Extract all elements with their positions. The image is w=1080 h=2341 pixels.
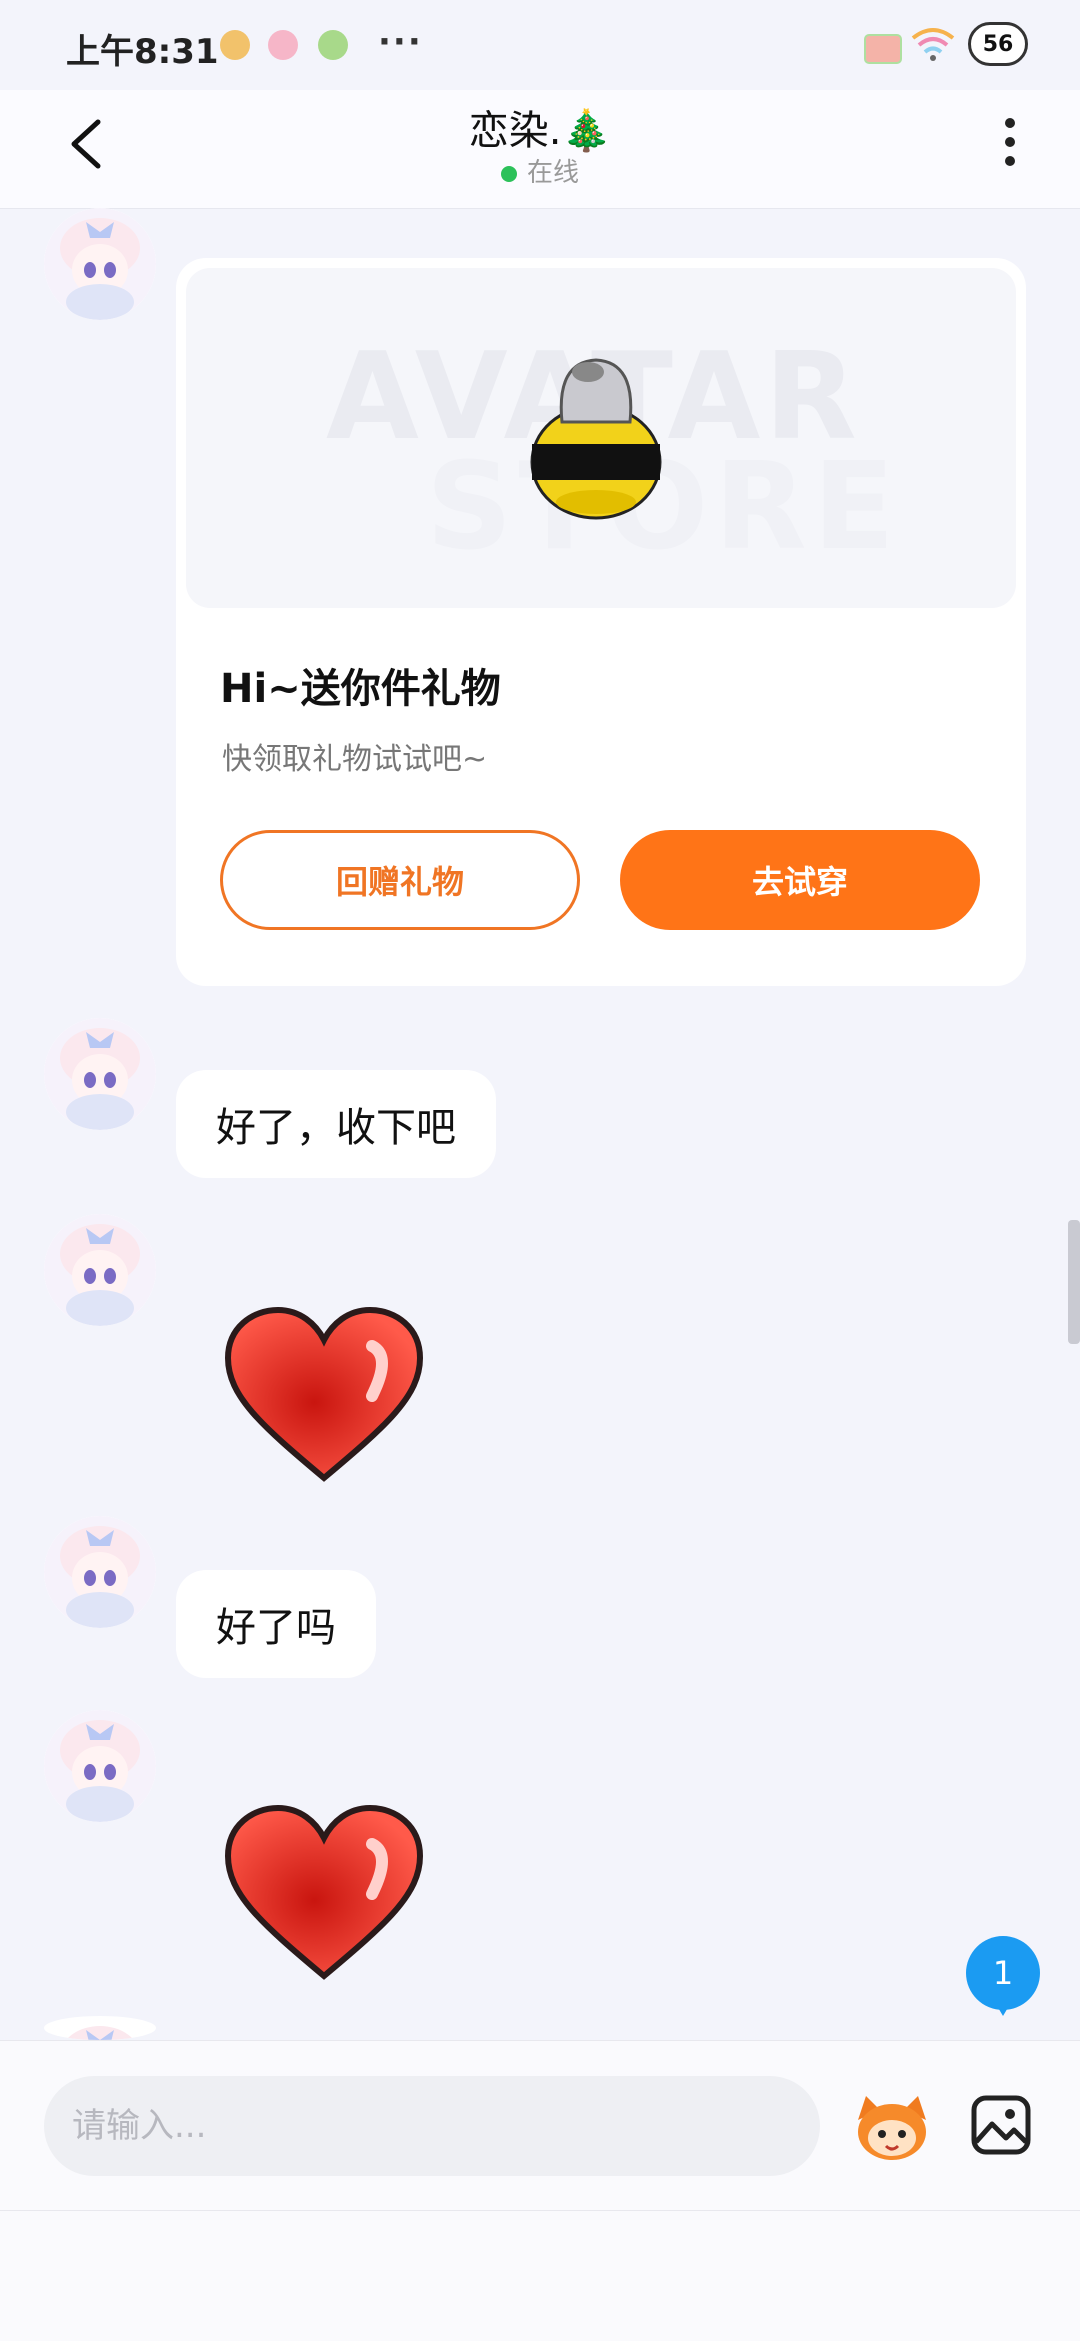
contact-avatar[interactable] <box>44 2016 156 2040</box>
gift-subtitle: 快领取礼物试试吧~ <box>222 742 488 777</box>
notification-app-icon <box>220 30 250 60</box>
online-dot-icon <box>500 165 517 182</box>
chat-title: 恋染.🎄 <box>468 108 612 154</box>
image-gallery-icon[interactable] <box>970 2094 1032 2156</box>
return-gift-button[interactable]: 回赠礼物 <box>220 830 580 930</box>
message-bubble[interactable]: 好了吗 <box>176 1570 376 1678</box>
message-input[interactable] <box>44 2076 820 2176</box>
online-status-label: 在线 <box>526 158 579 188</box>
unread-badge[interactable]: 1 <box>966 1936 1040 2010</box>
gift-banner: AVATAR STORE <box>186 268 1016 608</box>
contact-avatar[interactable] <box>44 1018 156 1130</box>
notification-app-icon <box>268 30 298 60</box>
more-notifications-icon: ··· <box>378 22 423 62</box>
gift-item-image <box>530 358 662 520</box>
sticker-mascot-icon[interactable] <box>852 2090 932 2162</box>
status-time: 上午8:31 <box>66 32 219 72</box>
try-on-button[interactable]: 去试穿 <box>620 830 980 930</box>
battery-icon: 56 <box>968 22 1028 66</box>
notification-app-icon <box>318 30 348 60</box>
contact-avatar[interactable] <box>44 208 156 320</box>
gift-title: Hi~送你件礼物 <box>220 666 501 712</box>
heart-sticker[interactable] <box>222 1804 426 1984</box>
online-status: 在线 <box>0 152 1080 189</box>
contact-avatar[interactable] <box>44 1710 156 1822</box>
scrollbar[interactable] <box>1068 1220 1080 1344</box>
message-bubble[interactable]: 好了，收下吧 <box>176 1070 496 1178</box>
contact-avatar[interactable] <box>44 1214 156 1326</box>
more-options-icon[interactable] <box>1004 116 1016 168</box>
wifi-icon <box>911 28 955 61</box>
bottom-safe-area <box>0 2210 1080 2341</box>
heart-sticker[interactable] <box>222 1306 426 1486</box>
contact-avatar[interactable] <box>44 1516 156 1628</box>
sim-card-icon <box>864 34 902 64</box>
